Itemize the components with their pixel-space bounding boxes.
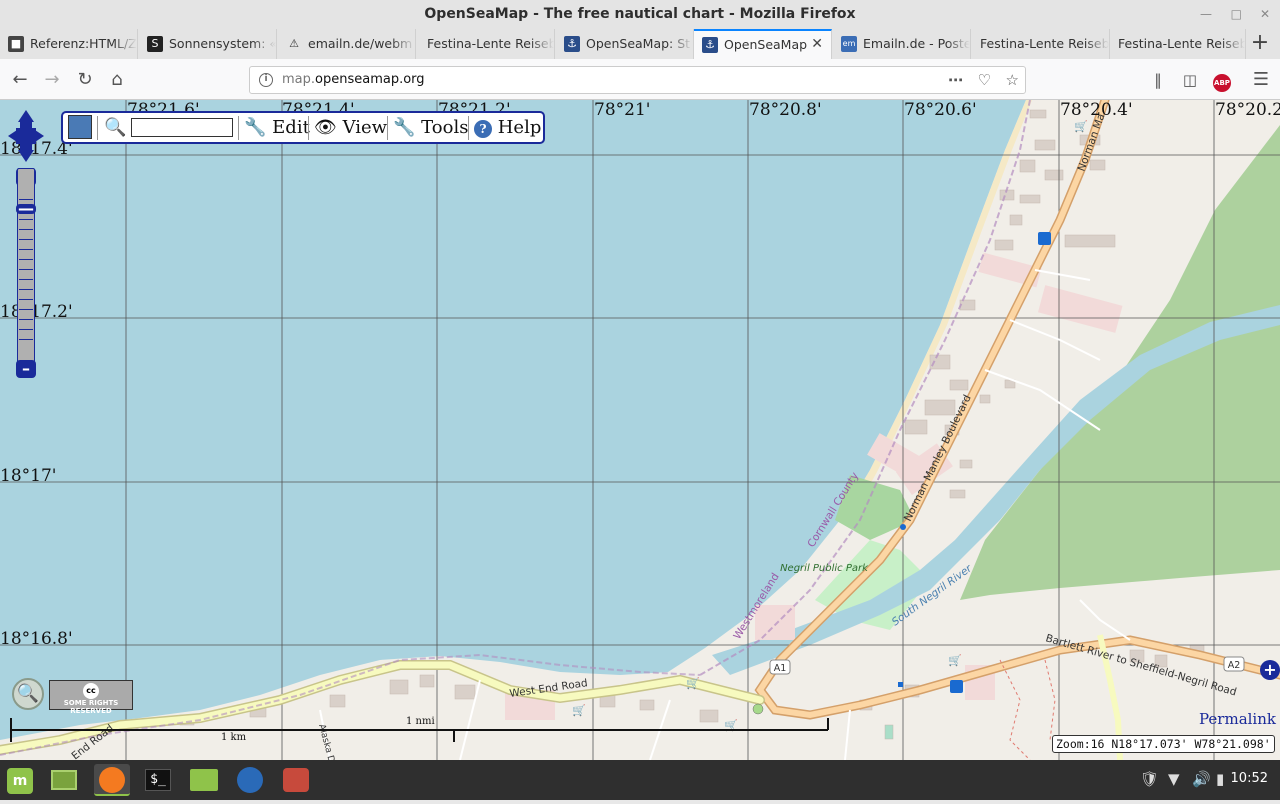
tab[interactable]: Festina-Lente Reisebl (417, 29, 555, 59)
tab[interactable]: ■ Referenz:HTML/Z (0, 29, 138, 59)
position-readout: Zoom:16 N18°17.073' W78°21.098' (1052, 735, 1275, 753)
zoom-slider-handle[interactable]: — (16, 201, 36, 217)
clock[interactable]: 10:52 (1231, 771, 1268, 786)
minimize-icon[interactable]: — (1200, 0, 1212, 29)
svg-text:🛒: 🛒 (1074, 120, 1088, 133)
map-logo-icon[interactable] (68, 115, 92, 139)
scale-km-label: 1 km (221, 732, 247, 743)
search-input[interactable] (131, 118, 233, 137)
pan-down-icon[interactable] (18, 150, 34, 162)
wrench-icon: 🔧 (244, 117, 267, 138)
battery-icon[interactable]: ▮ (1216, 770, 1224, 788)
library-icon[interactable]: ‖ (1145, 67, 1171, 93)
openseamap-icon: ⚓ (702, 36, 718, 53)
close-tab-icon[interactable]: ✕ (811, 31, 823, 58)
lon-label: 78°20.6' (904, 100, 977, 120)
lat-label: 18°16.8' (0, 629, 73, 649)
help-icon: ? (474, 120, 492, 138)
back-button[interactable]: ← (7, 67, 33, 93)
shield-icon[interactable]: 🛡 (1140, 770, 1159, 788)
lat-label: 18°17' (0, 466, 57, 486)
restore-icon[interactable]: □ (1231, 0, 1242, 29)
map-canvas[interactable]: 🛒 🛒 🛒 🛒 🛒 Norman Manley Boulevard Norman Ma … (0, 100, 1280, 760)
svg-text:🛒: 🛒 (948, 654, 962, 667)
lon-label: 78°20.4' (1060, 100, 1133, 120)
tab[interactable]: ⚓ OpenSeaMap: St (556, 29, 694, 59)
tab[interactable]: em Emailn.de - Poste (833, 29, 971, 59)
files-icon[interactable] (186, 764, 222, 796)
cc-icon: cc (83, 683, 99, 699)
edit-label: Edit (272, 117, 310, 138)
url-host: map. (282, 72, 316, 87)
zoom-slider[interactable] (17, 168, 35, 368)
tab-strip: ■ Referenz:HTML/Z S Sonnensystem: « ⚠ email… (0, 29, 1280, 59)
layer-switcher-button[interactable]: + (1260, 660, 1280, 680)
mint-menu-icon[interactable]: m (2, 764, 38, 796)
wiki-icon: ■ (8, 35, 24, 52)
show-desktop-icon[interactable] (46, 764, 82, 796)
wifi-icon[interactable]: ▼ (1168, 770, 1180, 788)
help-label: Help (497, 117, 542, 138)
taskbar: m $_ 🛡 ▼ 🔊 ▮ 10:52 (0, 760, 1280, 800)
scale-nmi-label: 1 nmi (406, 716, 435, 727)
adblock-icon[interactable]: ABP (1209, 67, 1235, 93)
bookmark-star-icon[interactable]: ☆ (1006, 67, 1019, 93)
url-domain: openseamap.org (315, 72, 425, 87)
window-titlebar: OpenSeaMap - The free nautical chart - M… (0, 0, 1280, 29)
navigation-toolbar: ← → ↻ ⌂ i map.openseamap.org ⋯ ♡ ☆ ‖ ◫ A… (0, 59, 1280, 100)
view-menu[interactable]: 👁 View (314, 116, 387, 140)
view-label: View (342, 117, 388, 138)
overview-map-icon[interactable]: 🔍 (12, 678, 44, 710)
url-bar[interactable]: i map.openseamap.org ⋯ ♡ ☆ (249, 66, 1026, 94)
tab[interactable]: S Sonnensystem: « (139, 29, 277, 59)
label-park: Negril Public Park (780, 563, 869, 574)
thunderbird-icon[interactable] (232, 764, 268, 796)
label-a1: A1 (774, 663, 787, 674)
license-badge[interactable]: cc SOME RIGHTS RESERVED (49, 680, 133, 714)
svg-text:🛒: 🛒 (686, 677, 700, 690)
pan-up-icon[interactable] (18, 110, 34, 122)
home-button[interactable]: ⌂ (104, 67, 130, 93)
tools-menu[interactable]: 🔧 Tools (393, 116, 468, 140)
s-site-icon: S (147, 35, 163, 52)
label-a2: A2 (1228, 660, 1241, 671)
search-icon: 🔍 (104, 117, 127, 138)
menu-icon[interactable]: ☰ (1248, 67, 1274, 93)
sidebar-icon[interactable]: ◫ (1177, 67, 1203, 93)
map-toolbar: 🔍 🔧 Edit 👁 View 🔧 Tools ? Help (61, 111, 545, 144)
volume-icon[interactable]: 🔊 (1192, 770, 1211, 788)
openseamap-icon: ⚓ (564, 35, 580, 52)
lon-label: 78°20.2' (1215, 100, 1280, 120)
pocket-icon[interactable]: ♡ (978, 67, 991, 93)
lon-label: 78°21' (594, 100, 651, 120)
page-actions-icon[interactable]: ⋯ (948, 67, 963, 93)
close-window-icon[interactable]: ✕ (1260, 0, 1270, 29)
reload-button[interactable]: ↻ (72, 67, 98, 93)
lon-label: 78°20.8' (749, 100, 822, 120)
tools-icon: 🔧 (393, 117, 416, 138)
tab-label: OpenSeaMap (724, 37, 808, 52)
site-info-icon[interactable]: i (259, 73, 273, 87)
tab[interactable]: Festina-Lente Reisebl (1111, 29, 1246, 59)
tools-label: Tools (421, 117, 469, 138)
forward-button[interactable]: → (39, 67, 65, 93)
emailn-icon: em (841, 35, 857, 52)
tab[interactable]: ⚠ emailn.de/webm (278, 29, 416, 59)
terminal-icon[interactable]: $_ (140, 764, 176, 796)
firefox-icon[interactable] (94, 764, 130, 796)
zoom-out-button[interactable]: – (16, 360, 36, 378)
eye-icon: 👁 (314, 117, 337, 138)
gimp-icon[interactable] (278, 764, 314, 796)
window-title: OpenSeaMap - The free nautical chart - M… (424, 6, 856, 22)
map-tiles: 🛒🛒🛒🛒🛒 Norman Manley Boulevard Norman Ma … (0, 100, 1280, 760)
tab-active[interactable]: ⚓ OpenSeaMap ✕ (694, 29, 832, 59)
permalink-link[interactable]: Permalink (1199, 710, 1276, 728)
pan-zoom-control: + — – (8, 110, 44, 380)
help-menu[interactable]: ? Help (474, 116, 541, 140)
edit-menu[interactable]: 🔧 Edit (244, 116, 310, 140)
scale-bar: 1 nmi 1 km (10, 712, 830, 752)
tab[interactable]: Festina-Lente Reisebl (972, 29, 1110, 59)
new-tab-button[interactable]: + (1246, 29, 1274, 59)
warning-icon: ⚠ (289, 36, 299, 50)
